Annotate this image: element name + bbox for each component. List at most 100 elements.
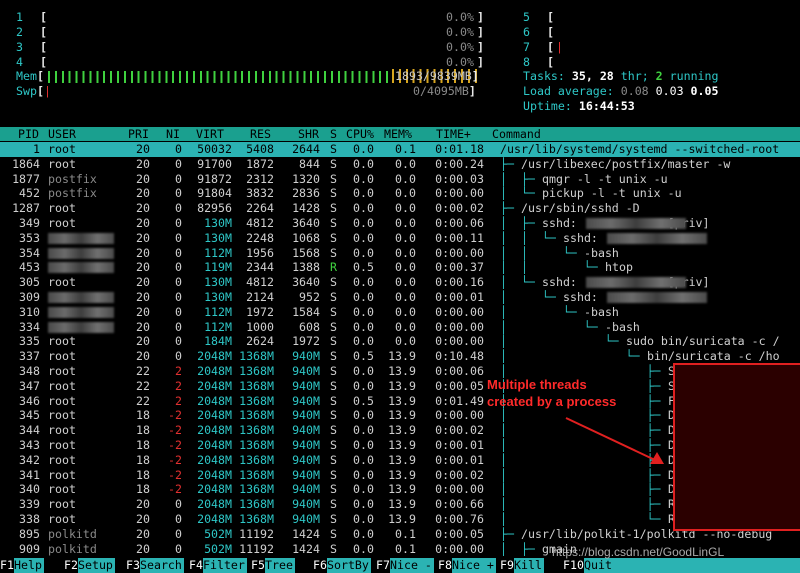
fkey-label-help[interactable]: Help — [14, 558, 44, 573]
fkey-label-tree[interactable]: Tree — [265, 558, 295, 573]
process-row[interactable]: 453 20 0 119M 2344 1388 R 0.5 0.0 0:00.37 │ │ └─ h… — [0, 260, 800, 275]
fkey-label-search[interactable]: Search — [140, 558, 184, 573]
cpu-num: 5 — [523, 10, 530, 24]
process-row[interactable]: 354 20 0 112M 1956 1568 S 0.0 0.0 0:00.00 │ │ └─ -… — [0, 246, 800, 261]
ni-cell: 0 — [175, 260, 182, 275]
column-header-s[interactable]: S — [330, 127, 337, 142]
process-row[interactable]: 337 root 20 0 2048M 1368M 940M S 0.5 13.9 0:10.48 │… — [0, 349, 800, 364]
process-row[interactable]: 1864 root 20 0 91700 1872 844 S 0.0 0.0 0:00.24 ├─ … — [0, 157, 800, 172]
cpu-bracket-open: [ — [40, 40, 47, 54]
pid-cell: 337 — [19, 349, 40, 364]
shr-cell: 2836 — [292, 186, 320, 201]
res-cell: 1368M — [239, 364, 274, 378]
virt-cell: 130M — [204, 216, 232, 230]
cpu-bracket-open: [ — [40, 25, 47, 39]
fkey-f1[interactable]: F1 — [0, 558, 14, 573]
process-row[interactable]: 353 20 0 130M 2248 1068 S 0.0 0.0 0:00.11 │ │ └─ s… — [0, 231, 800, 246]
tree-line: │ └─ — [500, 304, 584, 319]
process-row[interactable]: 1877 postfix 20 0 91872 2312 1320 S 0.0 0.0 0:00.0… — [0, 172, 800, 187]
state-cell: S — [330, 452, 337, 467]
virt-cell: 2048M — [197, 364, 232, 378]
column-header-shr[interactable]: SHR — [298, 127, 319, 142]
mem-cell: 0.0 — [395, 216, 416, 230]
column-header-time[interactable]: TIME+ — [436, 127, 471, 142]
state-cell: S — [330, 482, 337, 497]
res-cell: 1368M — [239, 423, 274, 438]
user-cell: root — [48, 497, 76, 512]
process-row[interactable]: 335 root 20 0 184M 2624 1972 S 0.0 0.0 0:00.00 │ └─… — [0, 334, 800, 349]
ni-cell: 0 — [175, 216, 182, 230]
column-header-cpu[interactable]: CPU% — [346, 127, 374, 142]
fkey-f9[interactable]: F9 — [500, 558, 514, 573]
process-row[interactable]: 349 root 20 0 130M 4812 3640 S 0.0 0.0 0:00.06 │ ├─… — [0, 216, 800, 231]
column-header-res[interactable]: RES — [250, 127, 271, 142]
fkey-label-kill[interactable]: Kill — [514, 558, 544, 573]
cpu-cell: 0.0 — [353, 230, 374, 245]
virt-cell: 2048M — [197, 482, 232, 497]
fkey-f8[interactable]: F8 — [438, 558, 452, 573]
fkey-f5[interactable]: F5 — [251, 558, 265, 573]
shr-cell: 940M — [292, 497, 320, 512]
time-cell: 0:10.48 — [435, 349, 484, 364]
tree-line: │ └─ — [500, 334, 626, 349]
fkey-label-nice[interactable]: Nice - — [390, 558, 434, 573]
pri-cell: 20 — [136, 304, 150, 319]
column-header-pid[interactable]: PID — [18, 127, 39, 142]
fkey-label-nice[interactable]: Nice + — [452, 558, 496, 573]
column-header-command[interactable]: Command — [492, 127, 541, 142]
pid-cell: 353 — [19, 230, 40, 245]
pri-cell: 22 — [136, 393, 150, 408]
pri-cell: 20 — [136, 512, 150, 526]
time-cell: 0:00.11 — [435, 230, 484, 245]
command-redacted — [607, 232, 707, 244]
mem-cell: 13.9 — [388, 364, 416, 378]
column-header-mem[interactable]: MEM% — [384, 127, 412, 142]
process-row[interactable]: 334 20 0 112M 1000 608 S 0.0 0.0 0:00.00 │ └─ -bas… — [0, 320, 800, 335]
fkey-f6[interactable]: F6 — [313, 558, 327, 573]
virt-cell: 2048M — [197, 512, 232, 526]
ni-cell: 0 — [175, 526, 182, 541]
annotation-box — [673, 363, 800, 531]
fkey-label-filter[interactable]: Filter — [203, 558, 247, 573]
fkey-f2[interactable]: F2 — [64, 558, 78, 573]
fkey-label-sortby[interactable]: SortBy — [327, 558, 371, 573]
time-cell: 0:01.49 — [435, 393, 484, 408]
process-row[interactable]: 1 root 20 0 50032 5408 2644 S 0.0 0.1 0:01.18/usr/… — [0, 142, 800, 157]
fkey-f4[interactable]: F4 — [189, 558, 203, 573]
fkey-f7[interactable]: F7 — [376, 558, 390, 573]
shr-cell: 844 — [299, 156, 320, 171]
column-header-user[interactable]: USER — [48, 127, 76, 142]
cpu-cell: 0.0 — [353, 245, 374, 260]
state-cell: S — [330, 230, 337, 245]
process-row[interactable]: 1287 root 20 0 82956 2264 1428 S 0.0 0.0 0:00.02 ├─… — [0, 201, 800, 216]
pri-cell: 18 — [136, 423, 150, 438]
res-cell: 1368M — [239, 378, 274, 393]
process-row[interactable]: 309 20 0 130M 2124 952 S 0.0 0.0 0:00.01 │ └─ sshd… — [0, 290, 800, 305]
mem-cell: 0.0 — [395, 319, 416, 334]
fkey-label-quit[interactable]: Quit — [584, 558, 800, 573]
fkey-f3[interactable]: F3 — [126, 558, 140, 573]
fkey-f10[interactable]: F10 — [563, 558, 584, 573]
time-cell: 0:00.02 — [435, 467, 484, 482]
process-row[interactable]: 305 root 20 0 130M 4812 3640 S 0.0 0.0 0:00.16 │ └─… — [0, 275, 800, 290]
ni-cell: 0 — [175, 541, 182, 556]
res-cell: 1368M — [239, 482, 274, 497]
state-cell: S — [330, 186, 337, 201]
cpu-cell: 0.0 — [353, 452, 374, 467]
column-header-ni[interactable]: NI — [166, 127, 180, 142]
process-row[interactable]: 452 postfix 20 0 91804 3832 2836 S 0.0 0.0 0:00.00… — [0, 186, 800, 201]
column-header-pri[interactable]: PRI — [128, 127, 149, 142]
cpu-num: 1 — [16, 10, 23, 24]
res-cell: 5408 — [246, 142, 274, 156]
cpu-cell: 0.0 — [353, 423, 374, 438]
user-redacted — [48, 292, 114, 303]
res-cell: 1368M — [239, 467, 274, 482]
column-header-virt[interactable]: VIRT — [196, 127, 224, 142]
process-row[interactable]: 310 20 0 112M 1972 1584 S 0.0 0.0 0:00.00 │ └─ -ba… — [0, 305, 800, 320]
fkey-label-setup[interactable]: Setup — [78, 558, 115, 573]
cpu-num: 2 — [16, 25, 23, 39]
uptime-line: Uptime: 16:44:53 — [523, 99, 635, 113]
command-cell: pickup -l -t unix -u — [542, 186, 682, 201]
pri-cell: 20 — [136, 275, 150, 290]
time-cell: 0:00.02 — [435, 423, 484, 438]
